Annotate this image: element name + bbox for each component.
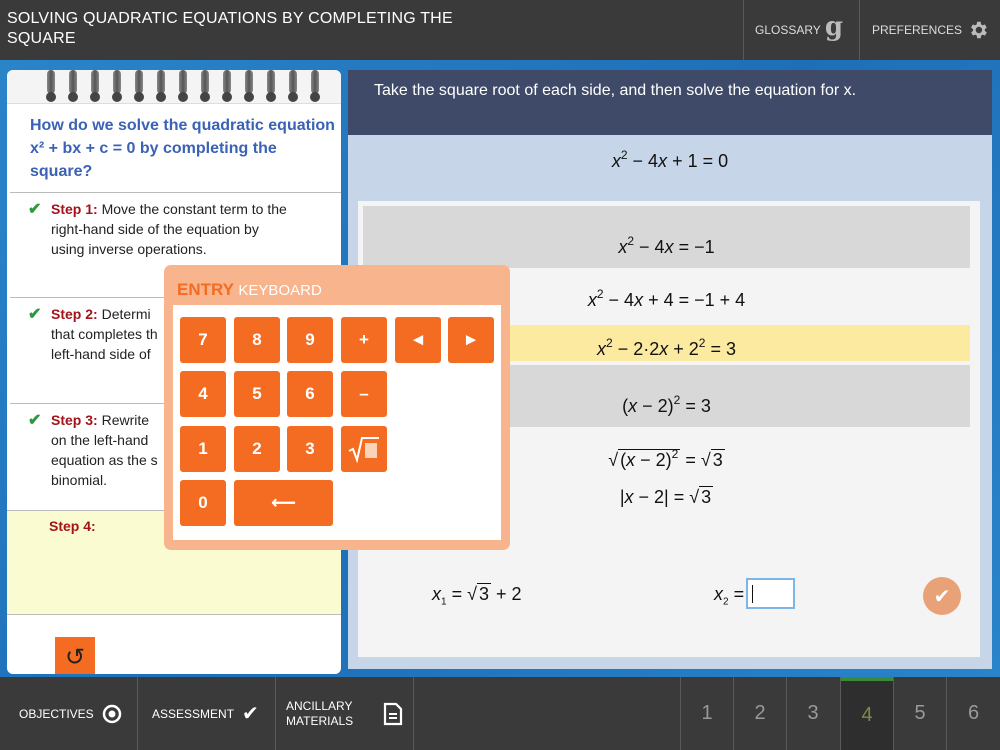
step-label: Step 3: — [51, 412, 98, 428]
key-1[interactable]: 1 — [180, 426, 226, 472]
answer-x2-label: x2 = — [714, 584, 745, 608]
page-title: SOLVING QUADRATIC EQUATIONS BY COMPLETIN… — [7, 10, 453, 47]
page-button-2[interactable]: 2 — [733, 677, 786, 750]
top-bar: SOLVING QUADRATIC EQUATIONS BY COMPLETIN… — [0, 0, 1000, 60]
keyboard-keys: 7 8 9 + ◄ ► 4 5 6 – 1 2 3 0 ⟵ — [173, 305, 501, 540]
key-right-arrow[interactable]: ► — [448, 317, 494, 363]
page-button-1[interactable]: 1 — [680, 677, 733, 750]
solution-row: x2 − 4x = −1 — [363, 206, 970, 268]
notebook-question: How do we solve the quadratic equation x… — [30, 117, 335, 180]
key-plus[interactable]: + — [341, 317, 387, 363]
step-label: Step 1: — [51, 201, 98, 217]
objectives-button[interactable]: OBJECTIVES — [0, 677, 138, 750]
keyboard-title: ENTRY KEYBOARD — [177, 280, 322, 299]
key-left-arrow[interactable]: ◄ — [395, 317, 441, 363]
key-3[interactable]: 3 — [287, 426, 333, 472]
key-2[interactable]: 2 — [234, 426, 280, 472]
key-9[interactable]: 9 — [287, 317, 333, 363]
key-square-root[interactable] — [341, 426, 387, 472]
spiral-binding — [7, 70, 341, 104]
page-button-3[interactable]: 3 — [786, 677, 839, 750]
key-7[interactable]: 7 — [180, 317, 226, 363]
glossary-label: GLOSSARY — [755, 23, 821, 37]
glossary-button[interactable]: GLOSSARY g — [743, 0, 859, 60]
checkmark-icon: ✔ — [933, 585, 951, 608]
answer-x1: x1 = √ 3 + 2 — [432, 583, 522, 608]
assessment-label: ASSESSMENT — [152, 706, 235, 721]
reset-icon: ↺ — [64, 643, 86, 671]
ancillary-label: ANCILLARY MATERIALS — [286, 698, 354, 728]
key-4[interactable]: 4 — [180, 371, 226, 417]
given-equation: x2 − 4x + 1 = 0 — [611, 148, 729, 171]
objectives-label: OBJECTIVES — [19, 706, 94, 721]
page-button-4[interactable]: 4 — [840, 677, 893, 750]
checkmark-icon: ✔ — [28, 201, 42, 218]
key-backspace[interactable]: ⟵ — [234, 480, 333, 526]
step-label: Step 4: — [49, 518, 96, 534]
key-5[interactable]: 5 — [234, 371, 280, 417]
answer-x2-input[interactable] — [746, 578, 795, 609]
document-icon — [384, 702, 403, 725]
glossary-icon: g — [824, 12, 843, 42]
checkmark-icon: ✔ — [28, 412, 42, 429]
checkmark-icon: ✔ — [28, 306, 42, 323]
instruction-banner: Take the square root of each side, and t… — [348, 70, 992, 135]
preferences-button[interactable]: PREFERENCES — [859, 0, 1000, 60]
step-label: Step 2: — [51, 306, 98, 322]
key-6[interactable]: 6 — [287, 371, 333, 417]
key-0[interactable]: 0 — [180, 480, 226, 526]
gear-icon — [971, 21, 987, 39]
reset-button[interactable]: ↺ — [55, 637, 95, 674]
preferences-label: PREFERENCES — [872, 23, 963, 37]
page-button-5[interactable]: 5 — [893, 677, 946, 750]
bottom-bar: OBJECTIVES ASSESSMENT ✔ ANCILLARY MATERI… — [0, 677, 1000, 750]
key-8[interactable]: 8 — [234, 317, 280, 363]
entry-keyboard: ENTRY KEYBOARD 7 8 9 + ◄ ► 4 5 6 – 1 2 3… — [164, 265, 510, 550]
square-root-icon — [348, 437, 379, 463]
check-answer-button[interactable]: ✔ — [923, 577, 961, 615]
checkmark-icon: ✔ — [242, 703, 259, 725]
ancillary-materials-button[interactable]: ANCILLARY MATERIALS — [276, 677, 414, 750]
key-minus[interactable]: – — [341, 371, 387, 417]
assessment-button[interactable]: ASSESSMENT ✔ — [138, 677, 276, 750]
page-button-6[interactable]: 6 — [946, 677, 1000, 750]
target-icon — [102, 704, 121, 723]
